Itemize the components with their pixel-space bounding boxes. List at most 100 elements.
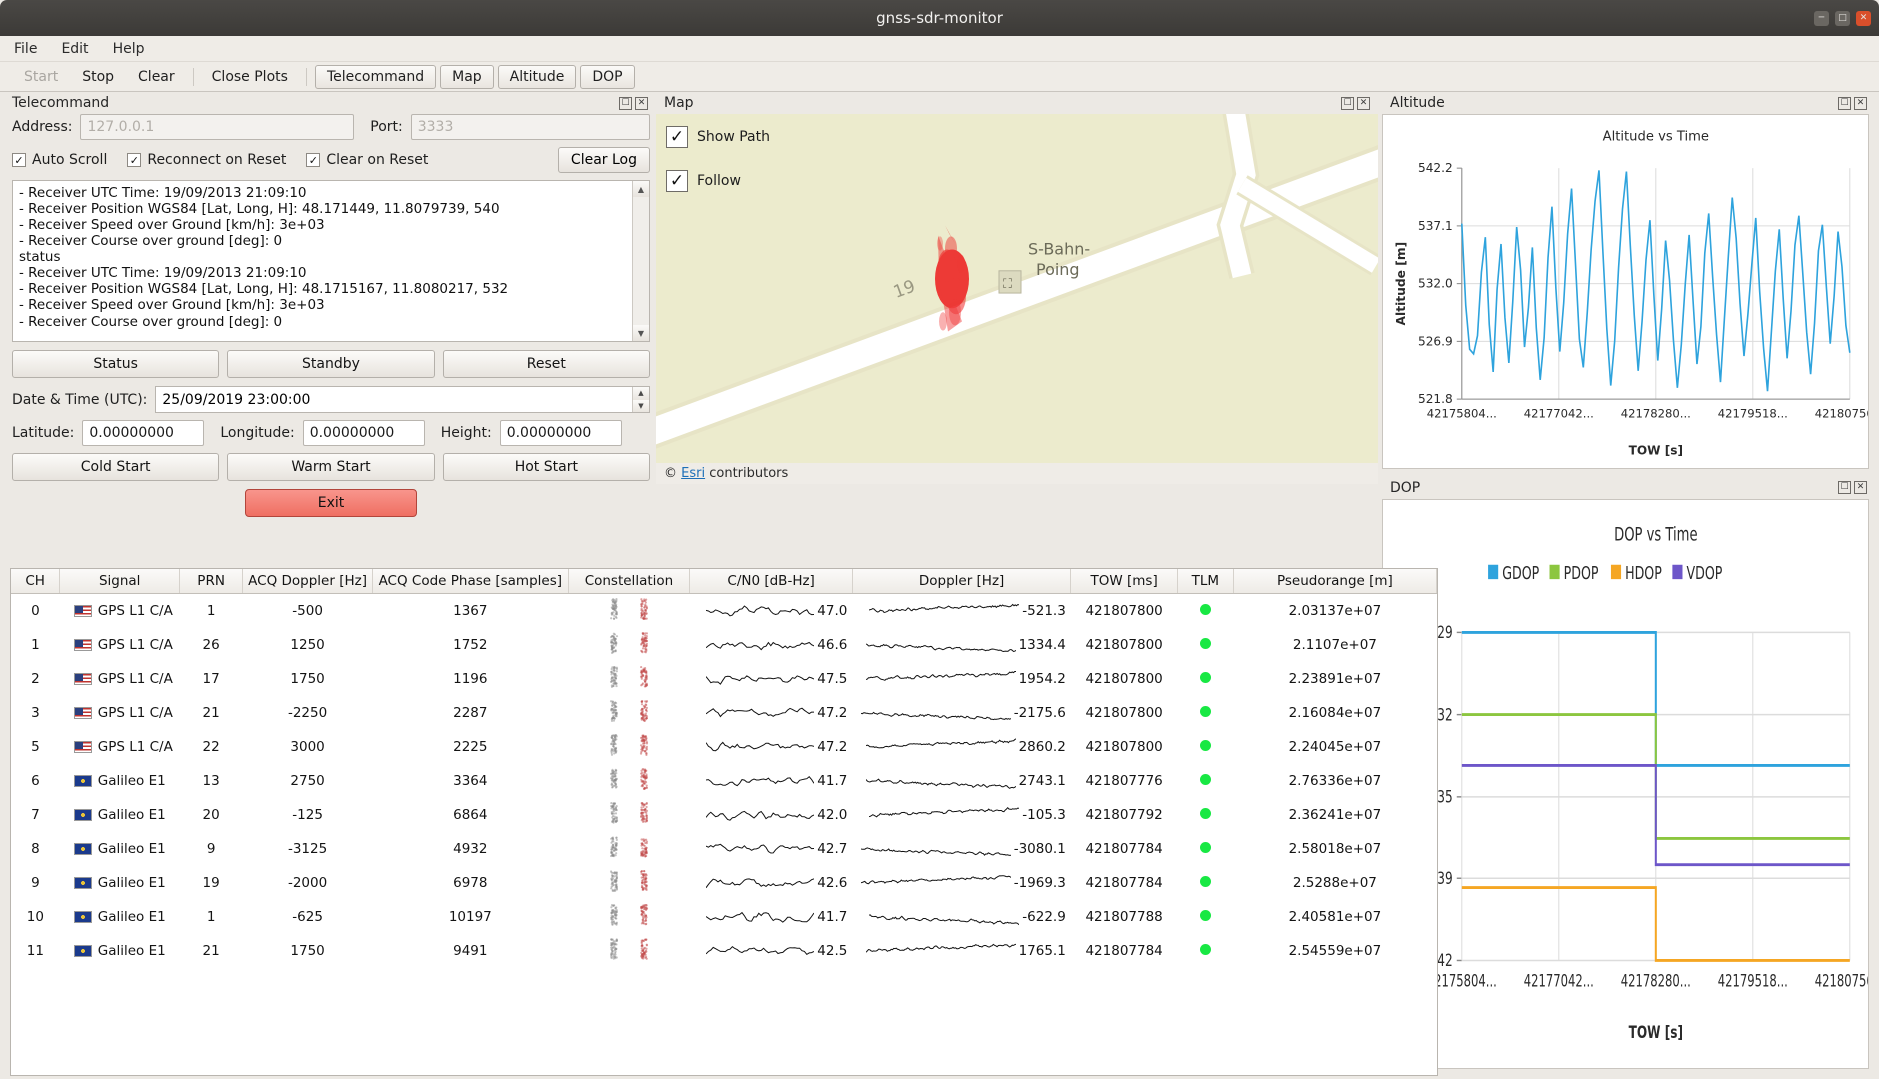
close-icon[interactable]: ✕ [1854, 96, 1867, 110]
dop-chart[interactable]: DOP vs TimeGDOP PDOP HDOP VDOP5.294.323.352… [1383, 500, 1879, 1068]
cell-acq-doppler: -500 [292, 603, 323, 619]
port-input[interactable] [410, 114, 650, 140]
column-header-tow-ms[interactable]: TOW [ms] [1070, 569, 1178, 594]
table-row[interactable]: 6 Galileo E1 13 2750 3364 41.7 2743.1 421807776… [11, 764, 1437, 798]
exit-button[interactable]: Exit [245, 489, 417, 517]
follow-checkbox[interactable]: ✓ Follow [666, 170, 741, 192]
datetime-spin-buttons[interactable]: ▲ ▼ [632, 387, 649, 412]
cell-ch: 5 [31, 739, 40, 755]
column-header-acq-doppler-hz[interactable]: ACQ Doppler [Hz] [242, 569, 374, 594]
cell-tlm [1177, 594, 1233, 629]
cell-constellation [568, 764, 690, 798]
latitude-label: Latitude: [12, 425, 75, 441]
table-row[interactable]: 10 Galileo E1 1 -625 10197 41.7 -622.9 42180778… [11, 900, 1437, 934]
address-input[interactable] [80, 114, 355, 140]
doppler-sparkline-group: -105.3 [857, 803, 1066, 827]
legend-swatch-gdop [1488, 564, 1499, 579]
table-row[interactable]: 1 GPS L1 C/A 26 1250 1752 46.6 1334.4 421807800… [11, 628, 1437, 662]
latitude-input[interactable] [82, 420, 205, 446]
standby-button[interactable]: Standby [227, 350, 435, 378]
clear-action[interactable]: Clear [126, 67, 187, 87]
column-header-doppler-hz[interactable]: Doppler [Hz] [852, 569, 1072, 594]
height-input[interactable] [499, 420, 622, 446]
maximize-button[interactable]: □ [1835, 10, 1850, 26]
esri-link[interactable]: Esri [681, 466, 705, 481]
tab-telecommand[interactable]: Telecommand [314, 64, 437, 89]
longitude-input[interactable] [302, 420, 425, 446]
close-icon[interactable]: ✕ [635, 96, 648, 110]
close-icon[interactable]: ✕ [1854, 481, 1867, 495]
column-header-prn[interactable]: PRN [179, 569, 244, 594]
close-button[interactable]: ✕ [1856, 10, 1871, 26]
hot-start-button[interactable]: Hot Start [442, 453, 650, 481]
datetime-stepper[interactable]: ▲ ▼ [155, 386, 650, 413]
column-header-tlm[interactable]: TLM [1177, 569, 1234, 594]
table-row[interactable]: 7 Galileo E1 20 -125 6864 42.0 -105.3 421807792… [11, 798, 1437, 832]
table-row[interactable]: 3 GPS L1 C/A 21 -2250 2287 47.2 -2175.6 4218078… [11, 696, 1437, 730]
tab-altitude[interactable]: Altitude [497, 64, 577, 89]
float-icon[interactable]: ☐ [1838, 96, 1851, 110]
float-icon[interactable]: ☐ [1341, 96, 1354, 110]
auto-scroll-checkbox[interactable]: ✓ Auto Scroll [12, 152, 107, 168]
table-row[interactable]: 0 GPS L1 C/A 1 -500 1367 47.0 -521.3 421807800 2… [11, 594, 1437, 629]
close-icon[interactable]: ✕ [1357, 96, 1370, 110]
cn0-sparkline-group: 47.2 [695, 701, 847, 725]
status-button[interactable]: Status [12, 350, 220, 378]
reset-button[interactable]: Reset [442, 350, 650, 378]
map-canvas[interactable]: 19 ⛶ S-Bahn- Poing ✓ Show Path ✓ Follow [656, 114, 1378, 463]
column-header-acq-code-phase-samples[interactable]: ACQ Code Phase [samples] [372, 569, 569, 594]
column-header-signal[interactable]: Signal [59, 569, 181, 594]
column-header-constellation[interactable]: Constellation [568, 569, 691, 594]
column-header-c-n0-db-hz[interactable]: C/N0 [dB-Hz] [689, 569, 853, 594]
doppler-value: 1954.2 [1018, 671, 1066, 687]
cell-acq-doppler: 1250 [290, 637, 325, 653]
doppler-sparkline-group: -2175.6 [857, 701, 1066, 725]
doppler-sparkline-group: -521.3 [857, 599, 1066, 623]
close-plots-action[interactable]: Close Plots [200, 67, 300, 87]
menu-help[interactable]: Help [113, 41, 145, 57]
table-row[interactable]: 11 Galileo E1 21 1750 9491 42.5 1765.1 42180778… [11, 934, 1437, 968]
float-icon[interactable]: ☐ [619, 96, 632, 110]
signal-label: Galileo E1 [97, 841, 166, 857]
cold-start-button[interactable]: Cold Start [12, 453, 220, 481]
datetime-input[interactable] [156, 387, 632, 412]
warm-start-button[interactable]: Warm Start [227, 453, 435, 481]
signal-label: GPS L1 C/A [97, 705, 173, 721]
chevron-down-icon[interactable]: ▼ [633, 325, 649, 341]
table-row[interactable]: 2 GPS L1 C/A 17 1750 1196 47.5 1954.2 421807800… [11, 662, 1437, 696]
log-scrollbar[interactable]: ▲ ▼ [632, 181, 649, 341]
doppler-value: 2860.2 [1018, 739, 1066, 755]
signal-label: Galileo E1 [97, 773, 166, 789]
menu-file[interactable]: File [14, 41, 37, 57]
cell-signal: GPS L1 C/A [60, 696, 180, 730]
table-row[interactable]: 9 Galileo E1 19 -2000 6978 42.6 -1969.3 4218077… [11, 866, 1437, 900]
cell-tow: 421807784 [1085, 841, 1163, 857]
cell-pseudorange: 2.23891e+07 [1288, 671, 1382, 687]
cell-constellation [568, 628, 690, 662]
clear-log-button[interactable]: Clear Log [557, 147, 650, 173]
cn0-sparkline-group: 41.7 [695, 769, 847, 793]
doppler-sparkline-group: -3080.1 [857, 837, 1066, 861]
show-path-label: Show Path [697, 129, 770, 145]
altitude-chart[interactable]: Altitude vs Time Altitude [m] TOW [s] 542.2… [1383, 115, 1879, 468]
cell-prn: 13 [202, 773, 220, 789]
spin-down-icon[interactable]: ▼ [633, 399, 649, 412]
map-graphics: 19 ⛶ S-Bahn- Poing [656, 114, 1378, 463]
column-header-ch[interactable]: CH [11, 569, 61, 594]
tab-map[interactable]: Map [440, 64, 494, 89]
eu-flag-icon [73, 775, 92, 787]
cell-pseudorange: 2.54559e+07 [1288, 943, 1382, 959]
table-row[interactable]: 5 GPS L1 C/A 22 3000 2225 47.2 2860.2 421807800… [11, 730, 1437, 764]
clear-on-reset-checkbox[interactable]: ✓ Clear on Reset [306, 152, 428, 168]
float-icon[interactable]: ☐ [1838, 481, 1851, 495]
table-row[interactable]: 8 Galileo E1 9 -3125 4932 42.7 -3080.1 42180778… [11, 832, 1437, 866]
spin-up-icon[interactable]: ▲ [633, 387, 649, 400]
show-path-checkbox[interactable]: ✓ Show Path [666, 126, 770, 148]
reconnect-on-reset-checkbox[interactable]: ✓ Reconnect on Reset [127, 152, 286, 168]
tab-dop[interactable]: DOP [580, 64, 635, 89]
column-header-pseudorange-m[interactable]: Pseudorange [m] [1233, 569, 1437, 594]
menu-edit[interactable]: Edit [61, 41, 88, 57]
chevron-up-icon[interactable]: ▲ [633, 181, 649, 197]
minimize-button[interactable]: ─ [1814, 10, 1829, 26]
stop-action[interactable]: Stop [70, 67, 126, 87]
